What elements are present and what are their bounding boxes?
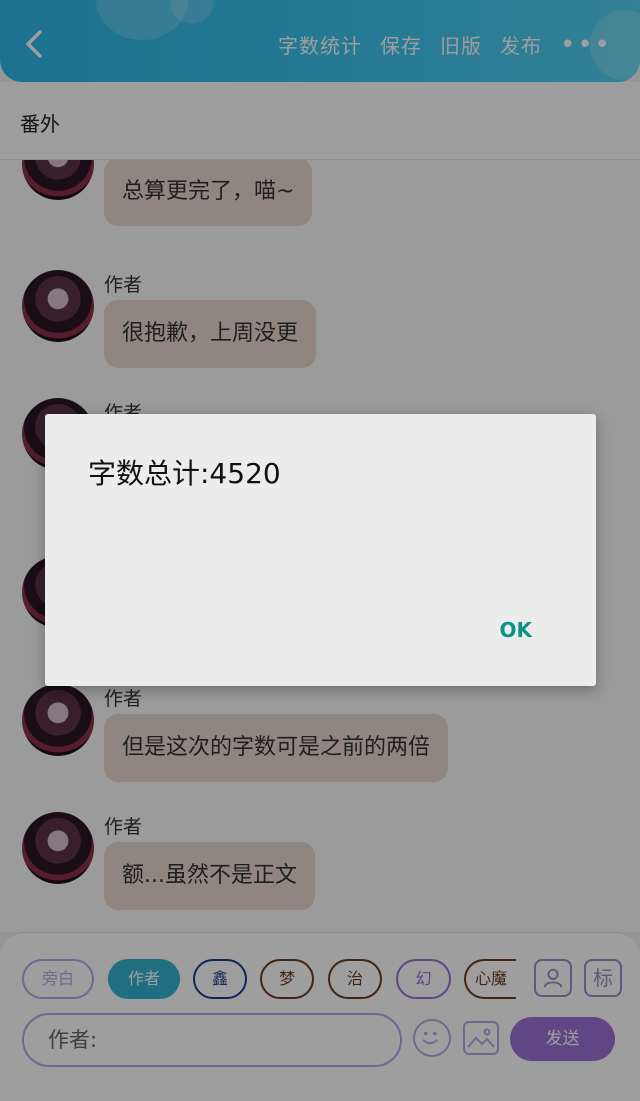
word-count-dialog: 字数总计:4520 OK <box>45 414 596 686</box>
dialog-message: 字数总计:4520 <box>88 457 281 490</box>
ok-button[interactable]: OK <box>500 618 533 642</box>
